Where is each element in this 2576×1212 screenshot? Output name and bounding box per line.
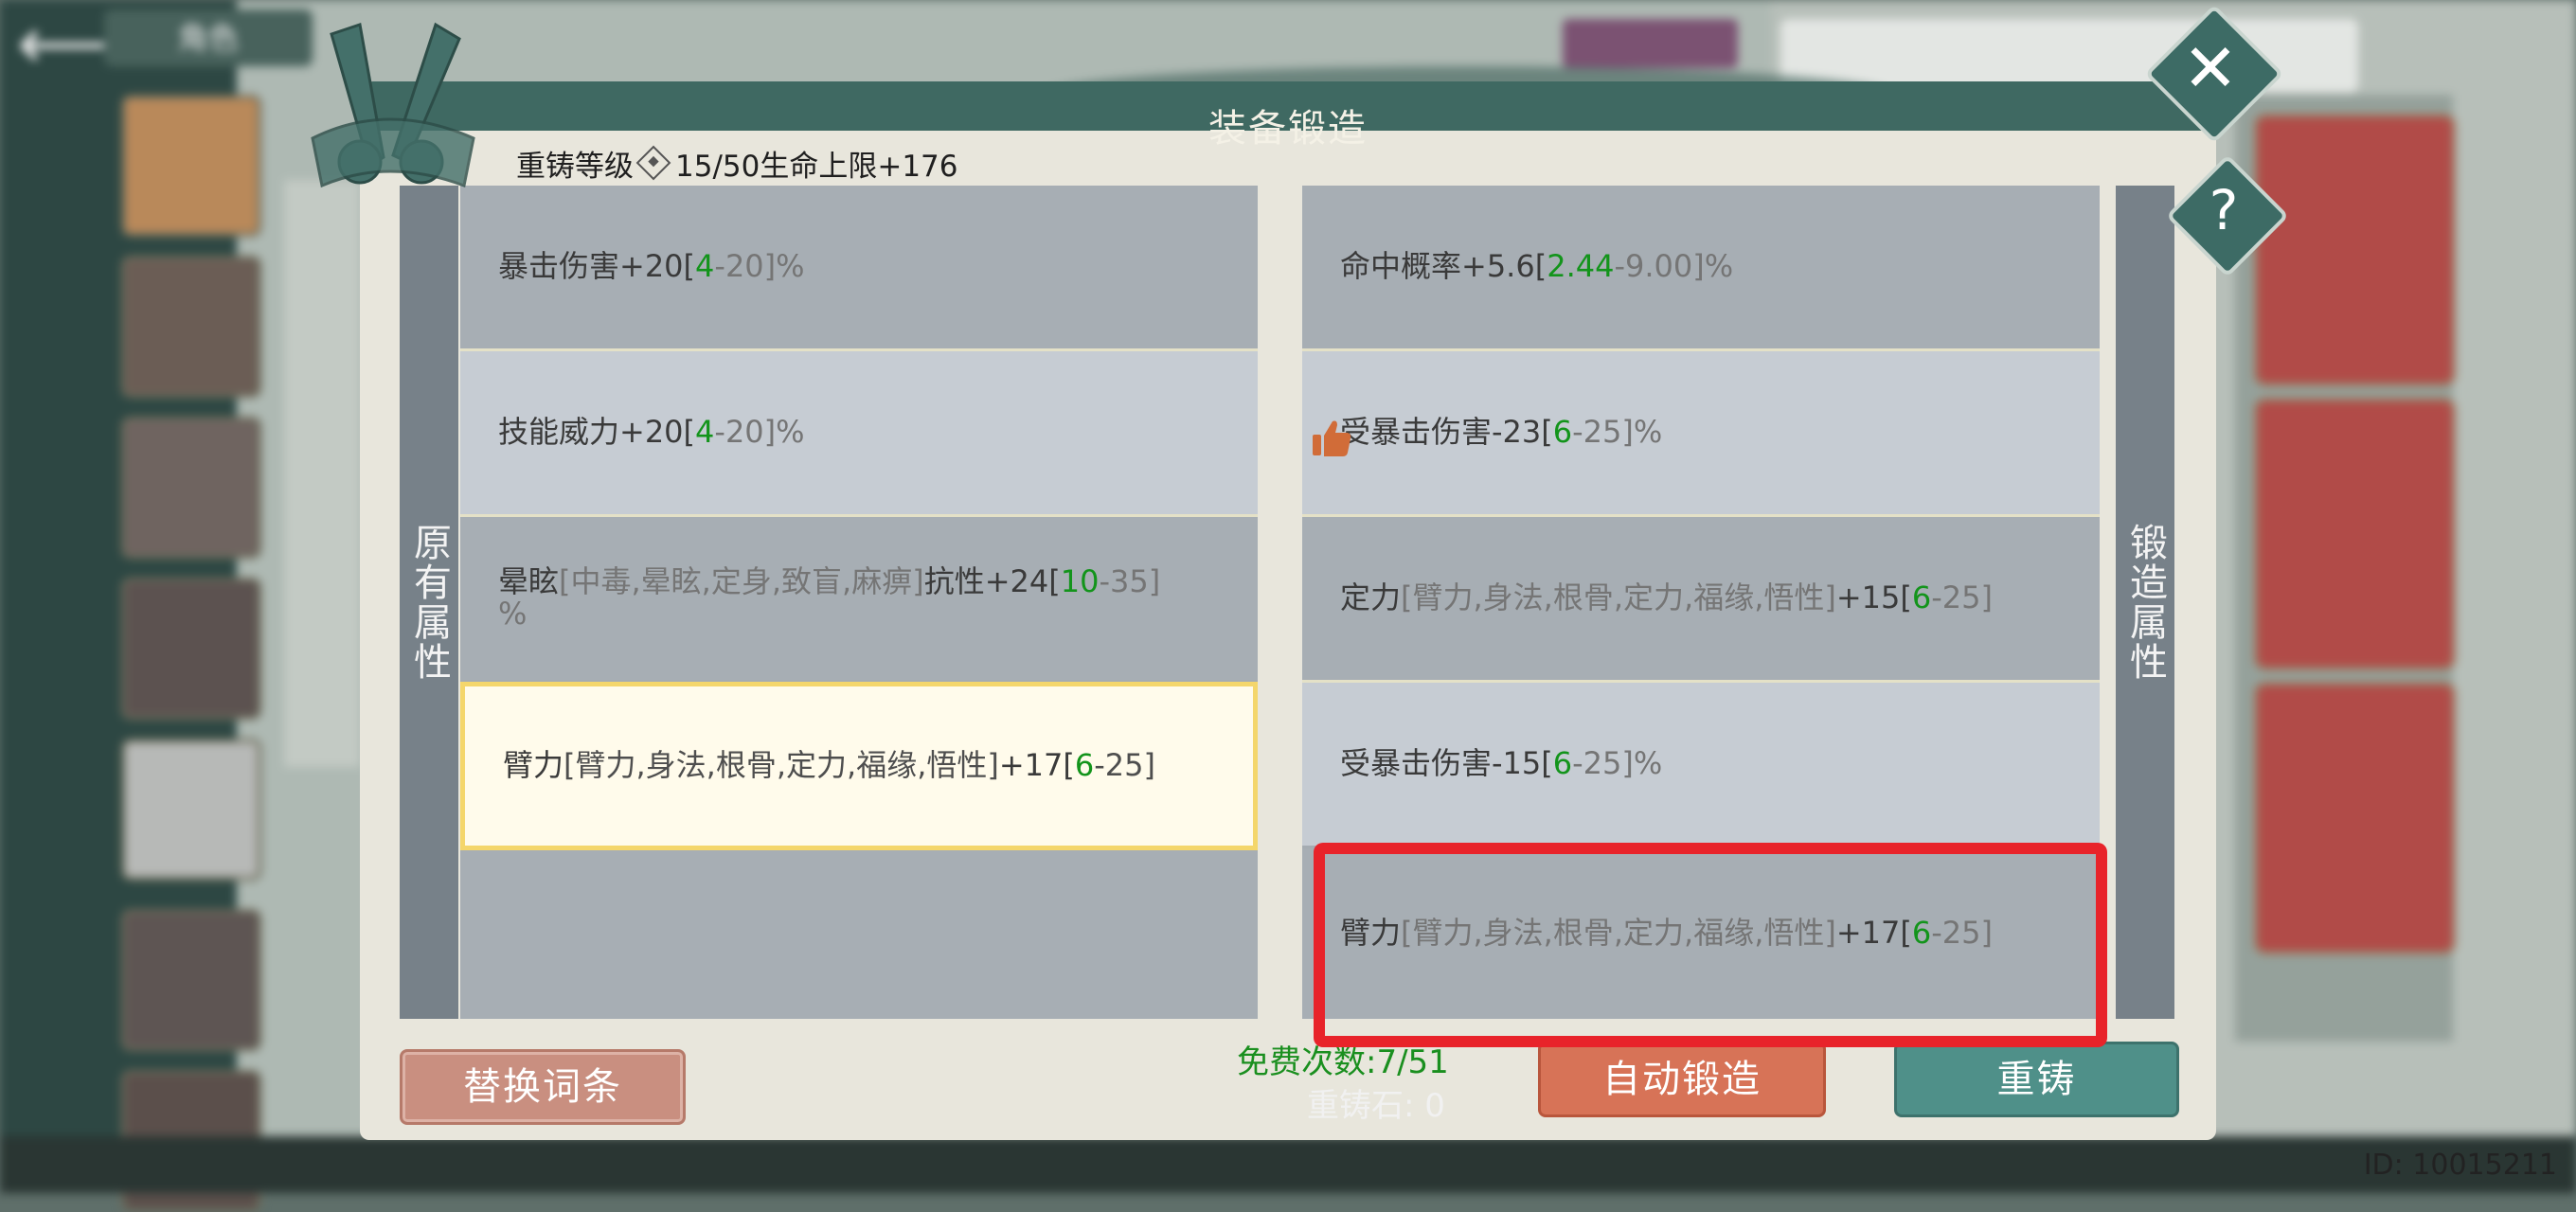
recast-level-value: 15/50: [675, 150, 760, 184]
background-bottom-bar: [0, 1136, 2576, 1193]
close-icon[interactable]: ✕: [2165, 23, 2256, 114]
highlight-box: [1314, 843, 2107, 1047]
character-portrait: [121, 417, 261, 559]
replace-entry-button[interactable]: 替换词条: [400, 1049, 686, 1125]
item-card: [2254, 398, 2456, 670]
original-attributes-label: 原有属性: [407, 523, 451, 682]
item-card: [2254, 682, 2456, 954]
original-attribute-row-empty: [460, 850, 1258, 1019]
forged-attribute-row[interactable]: 命中概率+5.6[2.44-9.00]%: [1302, 186, 2100, 348]
original-attribute-row[interactable]: 暴击伤害+20[4-20]%: [460, 186, 1258, 348]
background-chip: [1563, 19, 1738, 68]
original-attributes-list: 暴击伤害+20[4-20]% 技能威力+20[4-20]% 晕眩[中毒,晕眩,定…: [460, 186, 1258, 1019]
recast-level-label: 重铸等级: [516, 150, 634, 184]
help-icon[interactable]: ?: [2184, 170, 2263, 250]
thumbs-up-icon: [1313, 420, 1351, 456]
auto-forge-button[interactable]: 自动锻造: [1538, 1042, 1826, 1117]
diamond-icon: [635, 145, 671, 181]
forged-attributes-strip: 锻造属性: [2116, 186, 2174, 1019]
character-portrait: [121, 578, 261, 720]
recast-bonus: 生命上限+176: [760, 150, 958, 184]
original-attribute-row-selected[interactable]: 臂力[臂力,身法,根骨,定力,福缘,悟性]+17[6-25]: [460, 682, 1258, 850]
forged-attribute-row-recommended[interactable]: 受暴击伤害-23[6-25]%: [1302, 351, 2100, 514]
forged-attribute-row[interactable]: 定力[臂力,身法,根骨,定力,福缘,悟性]+15[6-25]: [1302, 517, 2100, 680]
user-id-label: ID: 10015211: [2363, 1149, 2557, 1182]
sword-emblem-icon: [311, 22, 475, 188]
forged-attribute-row[interactable]: 受暴击伤害-15[6-25]%: [1302, 683, 2100, 846]
character-portrait: [121, 95, 261, 237]
character-portrait: [121, 739, 261, 881]
forged-attributes-label: 锻造属性: [2123, 523, 2167, 682]
original-attribute-row[interactable]: 技能威力+20[4-20]%: [460, 351, 1258, 514]
original-attributes-strip: 原有属性: [400, 186, 458, 1019]
recast-button[interactable]: 重铸: [1894, 1042, 2179, 1117]
background-tabs: [284, 180, 360, 767]
recast-level: 重铸等级 15/50生命上限+176: [516, 142, 958, 185]
background-top-tab: 角色: [104, 9, 313, 66]
original-attribute-row[interactable]: 晕眩[中毒,晕眩,定身,致盲,麻痹]抗性+24[10-35]%: [460, 517, 1258, 680]
item-card: [2254, 114, 2456, 386]
character-portrait: [121, 909, 261, 1051]
character-portrait: [121, 256, 261, 398]
recast-stone-count: 重铸石: 0: [1307, 1087, 1445, 1125]
